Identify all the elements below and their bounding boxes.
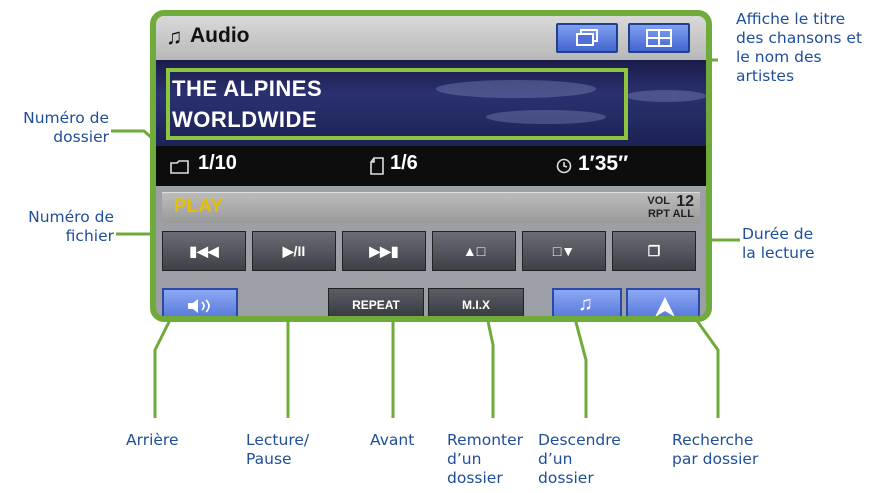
- navigation-button[interactable]: [626, 288, 700, 316]
- music-note-icon: ♫: [166, 24, 183, 49]
- folder-up-button[interactable]: ▲□: [432, 231, 516, 271]
- speaker-button[interactable]: [162, 288, 238, 316]
- folder-down-icon: □▼: [552, 243, 576, 259]
- folder-down-button[interactable]: □▼: [522, 231, 606, 271]
- repeat-button[interactable]: REPEAT: [328, 288, 424, 316]
- folder-search-button[interactable]: ❐: [612, 231, 696, 271]
- volume-label: VOL: [647, 195, 670, 207]
- split-screen-icon: [646, 29, 672, 47]
- app-title: Audio: [190, 24, 250, 47]
- callout-play-pause: Lecture/ Pause: [246, 431, 310, 468]
- clock-icon: [556, 158, 572, 174]
- navigation-arrow-icon: [655, 297, 675, 316]
- artist-name: WORLDWIDE: [172, 107, 318, 132]
- callout-duration: Durée de la lecture: [742, 225, 815, 262]
- mix-button[interactable]: M.I.X: [428, 288, 524, 316]
- callout-folder-down: Descendre d’un dossier: [538, 431, 621, 487]
- play-status: PLAY: [174, 196, 223, 217]
- forward-button[interactable]: ▶▶▮: [342, 231, 426, 271]
- folder-up-icon: ▲□: [462, 243, 486, 259]
- music-source-button[interactable]: ♫: [552, 288, 622, 316]
- forward-icon: ▶▶▮: [369, 242, 399, 259]
- play-pause-button[interactable]: ▶/II: [252, 231, 336, 271]
- callout-forward: Avant: [370, 431, 415, 449]
- folder-search-icon: ❐: [647, 242, 661, 259]
- mix-label: M.I.X: [461, 298, 490, 312]
- folder-number: 1/10: [198, 152, 237, 174]
- audio-screen: ♫ Audio THE ALPINES WORLDWIDE 1/10 1/6 1…: [150, 10, 712, 322]
- elapsed-time: 1′35″: [578, 152, 629, 175]
- title-bar: ♫ Audio: [156, 16, 706, 60]
- callout-song-title: Affiche le titre des chansons et le nom …: [736, 10, 863, 85]
- repeat-label: REPEAT: [352, 298, 400, 312]
- callout-folder-search: Recherche par dossier: [672, 431, 759, 468]
- callout-rewind: Arrière: [126, 431, 179, 449]
- status-bar: PLAY VOL 12 RPT ALL: [162, 192, 700, 223]
- play-pause-icon: ▶/II: [282, 242, 306, 259]
- music-note-icon: ♫: [578, 293, 593, 315]
- repeat-status: RPT ALL: [647, 208, 694, 220]
- info-bar: 1/10 1/6 1′35″: [156, 146, 706, 186]
- rewind-button[interactable]: ▮◀◀: [162, 231, 246, 271]
- callout-file-number: Numéro de fichier: [28, 208, 114, 245]
- speaker-icon: [188, 299, 210, 313]
- rewind-icon: ▮◀◀: [189, 242, 219, 259]
- file-number: 1/6: [390, 152, 418, 174]
- song-display: THE ALPINES WORLDWIDE: [156, 60, 706, 146]
- folder-icon: [170, 160, 189, 174]
- window-icon: [576, 29, 598, 46]
- callout-folder-number: Numéro de dossier: [23, 109, 109, 146]
- window-button[interactable]: [556, 23, 618, 53]
- split-screen-button[interactable]: [628, 23, 690, 53]
- callout-folder-up: Remonter d’un dossier: [447, 431, 524, 487]
- song-title: THE ALPINES: [172, 76, 323, 101]
- file-icon: [370, 157, 384, 175]
